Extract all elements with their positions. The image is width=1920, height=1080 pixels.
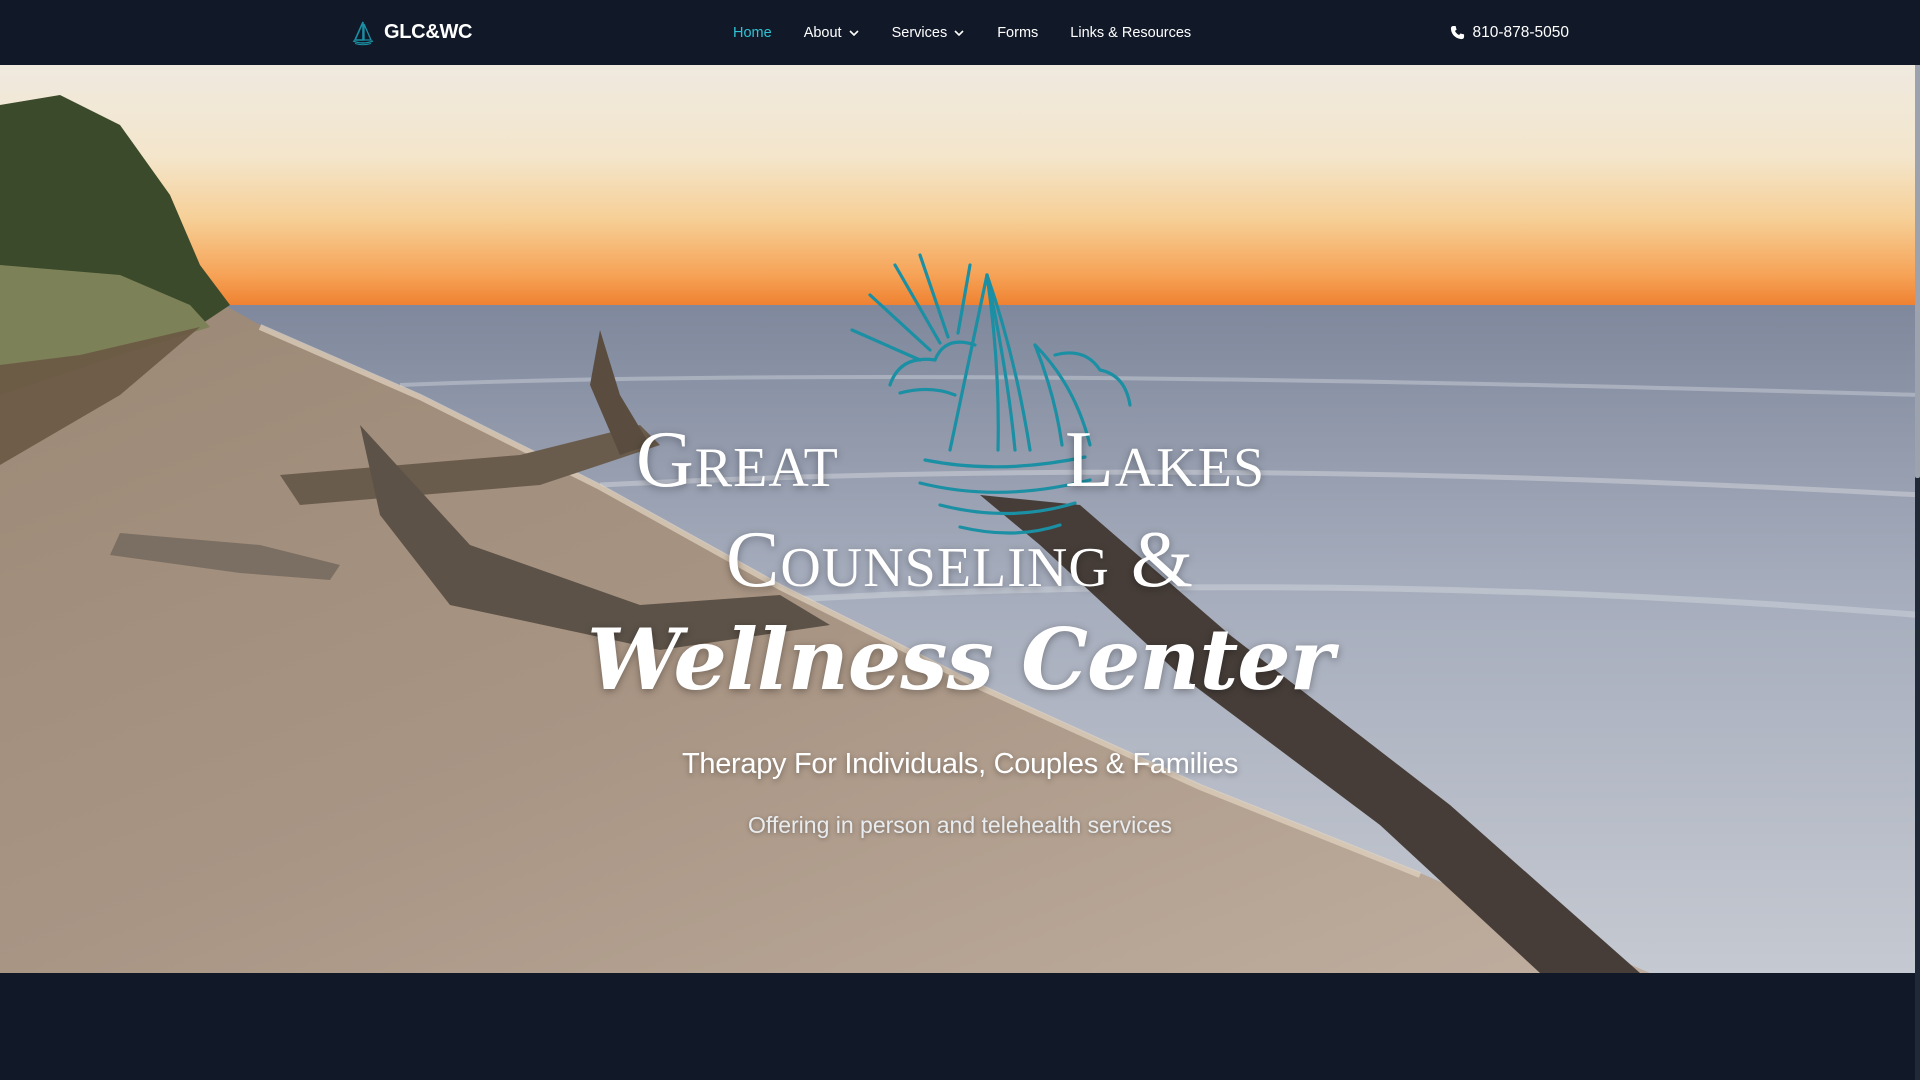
hero-title-counseling: Counseling & — [726, 516, 1194, 604]
nav-item-services[interactable]: Services — [892, 25, 966, 41]
hero-tagline: Offering in person and telehealth servic… — [747, 812, 1173, 838]
page-scrollbar[interactable] — [1915, 0, 1920, 1080]
top-navbar: GLC&WC Home About Services Forms Links &… — [0, 0, 1920, 65]
hero-title-lakes: Lakes — [1065, 416, 1266, 504]
sailboat-logo-icon — [352, 21, 374, 45]
phone-number: 810-878-5050 — [1472, 23, 1569, 41]
hero-title-great: Great — [636, 416, 839, 504]
hero-banner: Great Lakes Counseling & Wellness Center… — [0, 65, 1920, 973]
phone-icon — [1451, 25, 1465, 40]
hero-subtitle: Therapy For Individuals, Couples & Famil… — [681, 748, 1239, 780]
nav-item-about[interactable]: About — [804, 25, 860, 41]
hero-content: Great Lakes Counseling & Wellness Center… — [0, 65, 1920, 973]
nav-label-home: Home — [733, 24, 772, 41]
phone-link[interactable]: 810-878-5050 — [1450, 0, 1569, 65]
brand-link[interactable]: GLC&WC — [350, 0, 472, 65]
nav-item-forms[interactable]: Forms — [997, 25, 1038, 41]
hero-title-wellness: Wellness Center — [587, 610, 1334, 709]
nav-item-home[interactable]: Home — [733, 25, 772, 41]
nav-label-forms: Forms — [997, 24, 1039, 41]
chevron-down-icon — [849, 29, 859, 36]
chevron-down-icon — [954, 29, 964, 36]
brand-name: GLC&WC — [384, 21, 473, 43]
nav-label-links-resources: Links & Resources — [1070, 24, 1192, 41]
nav-label-about: About — [803, 24, 842, 41]
main-menu: Home About Services Forms Links & Resour… — [733, 0, 1223, 65]
nav-label-services: Services — [891, 24, 948, 41]
scrollbar-thumb[interactable] — [1915, 0, 1920, 478]
nav-item-links-resources[interactable]: Links & Resources — [1070, 25, 1191, 41]
